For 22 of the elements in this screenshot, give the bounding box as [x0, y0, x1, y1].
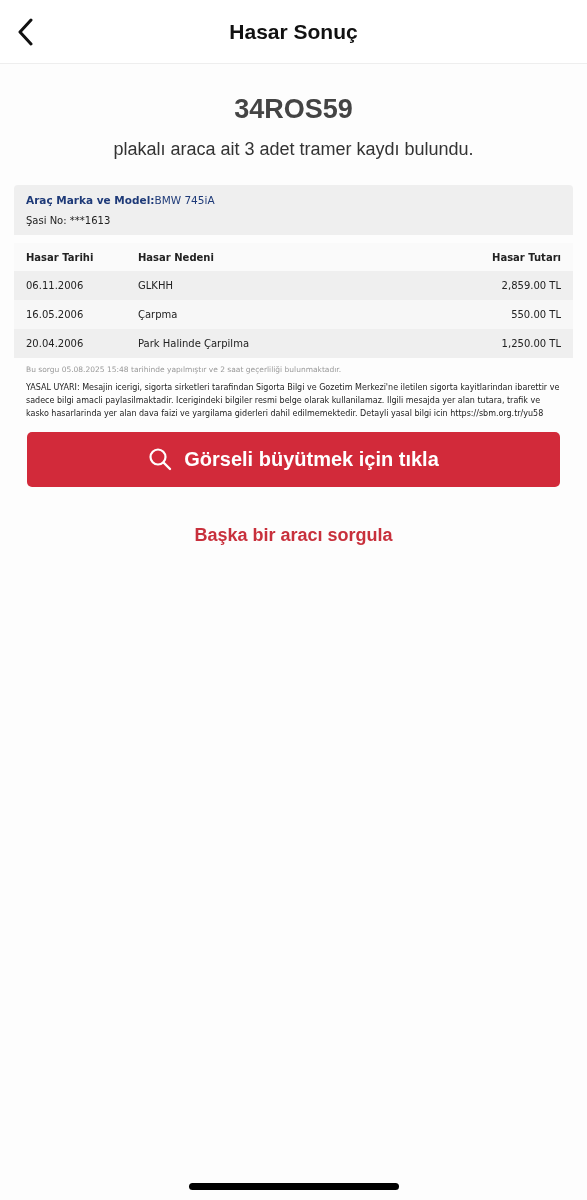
date-cell-text: 16.05.2006 — [26, 308, 85, 323]
page-title: Hasar Sonuç — [229, 18, 358, 45]
search-icon — [148, 447, 173, 471]
legal-warning: YASAL UYARI: Mesajin icerigi, sigorta sirketleri tarafindan Sigorta Bilgi ve Gozetim Merkezi'ne iletilen sigorta kayitlarindan ibarettir ve sadece bilgi amacli paylasilmaktadir. Icerigindeki bilgiler resmi belge olarak kullanilamaz. Ilgili mesajda yer alan tutara, trafik ve kasko hasarlarinda yer alan dava faizi ve yargilama giderleri dahil edilmemektedir. Detayli yasal bilgi icin https://sbm.org.tr/yu58 — [26, 381, 561, 420]
date-cell-text: 20.04.2006 — [26, 337, 85, 352]
license-plate: 34ROS59 — [234, 93, 353, 126]
amount-cell-text: 2,859.00 TL — [500, 279, 561, 294]
enlarge-image-button[interactable]: Görseli büyütmek için tıkla — [27, 431, 560, 487]
amount-cell-text: 550.00 TL — [510, 308, 561, 323]
vehicle-model: Araç Marka ve Model:BMW 745iA — [26, 192, 216, 208]
reason-cell-text: GLKHH — [138, 279, 174, 294]
summary-text: plakalı araca ait 3 adet tramer kaydı bulundu. — [113, 137, 474, 161]
date-cell-text: 06.11.2006 — [26, 279, 85, 294]
amount-cell-text: 1,250.00 TL — [500, 337, 561, 352]
reason-cell-text: Çarpma — [138, 308, 179, 323]
column-header: Hasar Nedeni — [138, 250, 215, 265]
column-header: Hasar Tarihi — [26, 250, 95, 265]
column-header: Hasar Tutarı — [491, 250, 561, 265]
reason-cell-text: Park Halinde Çarpilma — [138, 337, 250, 352]
chassis-number: Şasi No: ***1613 — [26, 214, 112, 229]
back-icon[interactable] — [17, 18, 33, 46]
new-query-link[interactable]: Başka bir aracı sorgula — [194, 521, 393, 549]
